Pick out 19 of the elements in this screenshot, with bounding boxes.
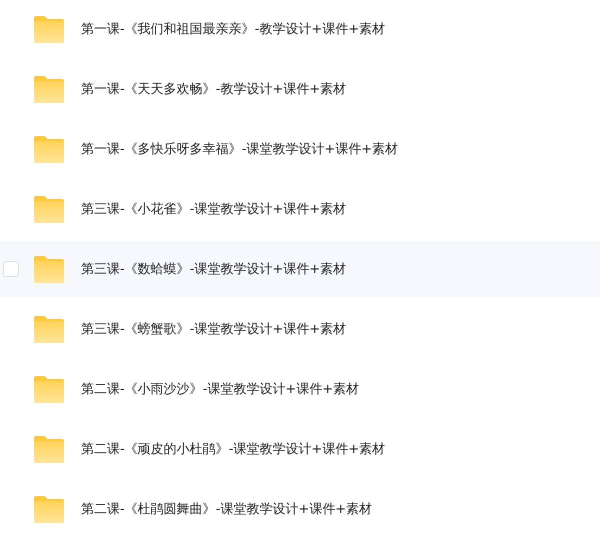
folder-icon — [34, 496, 64, 522]
folder-name[interactable]: 第三课-《螃蟹歌》-课堂教学设计+课件+素材 — [81, 320, 346, 338]
checkbox[interactable] — [3, 261, 19, 277]
folder-icon — [34, 136, 64, 162]
folder-icon — [34, 256, 64, 282]
folder-icon — [34, 376, 64, 402]
folder-icon — [34, 76, 64, 102]
folder-name[interactable]: 第一课-《我们和祖国最亲亲》-教学设计+课件+素材 — [81, 20, 386, 38]
folder-name[interactable]: 第二课-《顽皮的小杜鹃》-课堂教学设计+课件+素材 — [81, 440, 386, 458]
folder-icon — [34, 316, 64, 342]
folder-name[interactable]: 第三课-《小花雀》-课堂教学设计+课件+素材 — [81, 200, 346, 218]
folder-icon — [34, 16, 64, 42]
folder-icon — [34, 436, 64, 462]
folder-name[interactable]: 第一课-《多快乐呀多幸福》-课堂教学设计+课件+素材 — [81, 140, 398, 158]
folder-name[interactable]: 第三课-《数蛤蟆》-课堂教学设计+课件+素材 — [81, 260, 346, 278]
folder-name[interactable]: 第一课-《天天多欢畅》-教学设计+课件+素材 — [81, 80, 346, 98]
folder-name[interactable]: 第二课-《杜鹃圆舞曲》-课堂教学设计+课件+素材 — [81, 500, 372, 518]
folder-icon — [34, 196, 64, 222]
folder-name[interactable]: 第二课-《小雨沙沙》-课堂教学设计+课件+素材 — [81, 380, 360, 398]
